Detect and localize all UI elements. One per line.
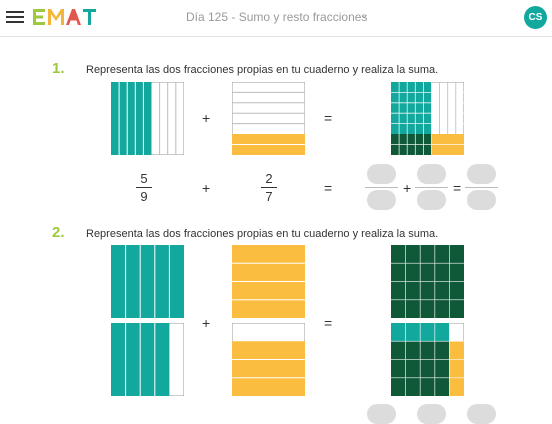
numerator: 2 (265, 171, 273, 186)
chevron-down-icon[interactable]: ⌄ (360, 10, 368, 21)
top-bar: Día 125 - Sumo y resto fracciones ⌄ CS (0, 0, 552, 37)
fraction-line (365, 187, 398, 188)
answer-denominator-input[interactable] (417, 190, 446, 210)
fraction-grid-whole-horizontal (232, 245, 305, 318)
fraction-grid-sum (391, 82, 464, 155)
exercise-number: 2. (52, 224, 65, 241)
plus-sign: + (202, 110, 211, 126)
equals-sign: = (324, 315, 333, 331)
exercise-instruction: Representa las dos fracciones propias en… (86, 64, 439, 76)
exercise-number: 1. (52, 60, 65, 77)
fraction-line (465, 187, 498, 188)
plus-sign: + (403, 180, 412, 196)
plus-sign: + (202, 315, 211, 331)
emat-logo (33, 9, 96, 25)
answer-numerator-input[interactable] (367, 164, 396, 184)
denominator: 7 (265, 189, 273, 204)
fraction-grid-two-sevenths (232, 82, 305, 155)
fraction-grid-sum-whole (391, 245, 464, 318)
answer-denominator-input[interactable] (367, 190, 396, 210)
answer-numerator-input[interactable] (367, 404, 396, 424)
exercise-instruction: Representa las dos fracciones propias en… (86, 228, 439, 240)
equals-sign: = (324, 180, 333, 196)
answer-numerator-input[interactable] (417, 164, 446, 184)
answer-numerator-input[interactable] (467, 164, 496, 184)
fraction-grid-four-fifths (111, 323, 184, 396)
fraction-grid-sum-partial (391, 323, 464, 396)
fraction-grid-three-quarters (232, 323, 305, 396)
lesson-title[interactable]: Día 125 - Sumo y resto fracciones (186, 10, 367, 24)
numerator: 5 (140, 171, 148, 186)
fraction-grid-five-ninths (111, 82, 184, 155)
answer-numerator-input[interactable] (467, 404, 496, 424)
fraction-grid-whole-fifths (111, 245, 184, 318)
avatar[interactable]: CS (524, 6, 547, 29)
fraction-line (415, 187, 448, 188)
equals-sign: = (324, 110, 333, 126)
answer-numerator-input[interactable] (417, 404, 446, 424)
fraction-five-ninths: 5 9 (136, 171, 152, 204)
fraction-two-sevenths: 2 7 (261, 171, 277, 204)
plus-sign: + (202, 180, 211, 196)
answer-denominator-input[interactable] (467, 190, 496, 210)
denominator: 9 (140, 189, 148, 204)
equals-sign: = (453, 180, 462, 196)
menu-icon[interactable] (6, 11, 24, 23)
